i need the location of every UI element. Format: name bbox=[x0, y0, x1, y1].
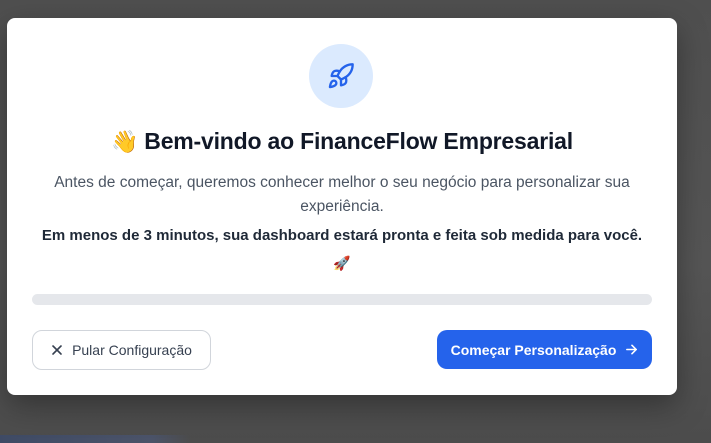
modal-subtitle: Antes de começar, queremos conhecer melh… bbox=[54, 174, 630, 215]
background-app-fragment bbox=[0, 435, 190, 443]
waving-hand-emoji: 👋 bbox=[111, 129, 139, 154]
arrow-right-icon bbox=[626, 344, 638, 355]
start-personalization-label: Começar Personalização bbox=[450, 341, 617, 358]
progress-bar bbox=[32, 294, 652, 305]
close-icon bbox=[52, 345, 62, 355]
rocket-emoji: 🚀 bbox=[333, 255, 351, 271]
skip-setup-button[interactable]: Pular Configuração bbox=[32, 330, 211, 370]
modal-highlight-text: Em menos de 3 minutos, sua dashboard est… bbox=[41, 227, 643, 244]
onboarding-modal: 👋 Bem-vindo ao FinanceFlow Empresarial An… bbox=[7, 18, 677, 395]
rocket-icon-badge bbox=[309, 44, 373, 108]
skip-setup-label: Pular Configuração bbox=[72, 342, 192, 358]
start-personalization-button[interactable]: Começar Personalização bbox=[437, 330, 652, 369]
modal-title: 👋 Bem-vindo ao FinanceFlow Empresarial bbox=[7, 128, 677, 155]
modal-highlight: Em menos de 3 minutos, sua dashboard est… bbox=[27, 224, 657, 275]
modal-title-text: Bem-vindo ao FinanceFlow Empresarial bbox=[144, 128, 573, 154]
rocket-icon bbox=[328, 63, 354, 89]
